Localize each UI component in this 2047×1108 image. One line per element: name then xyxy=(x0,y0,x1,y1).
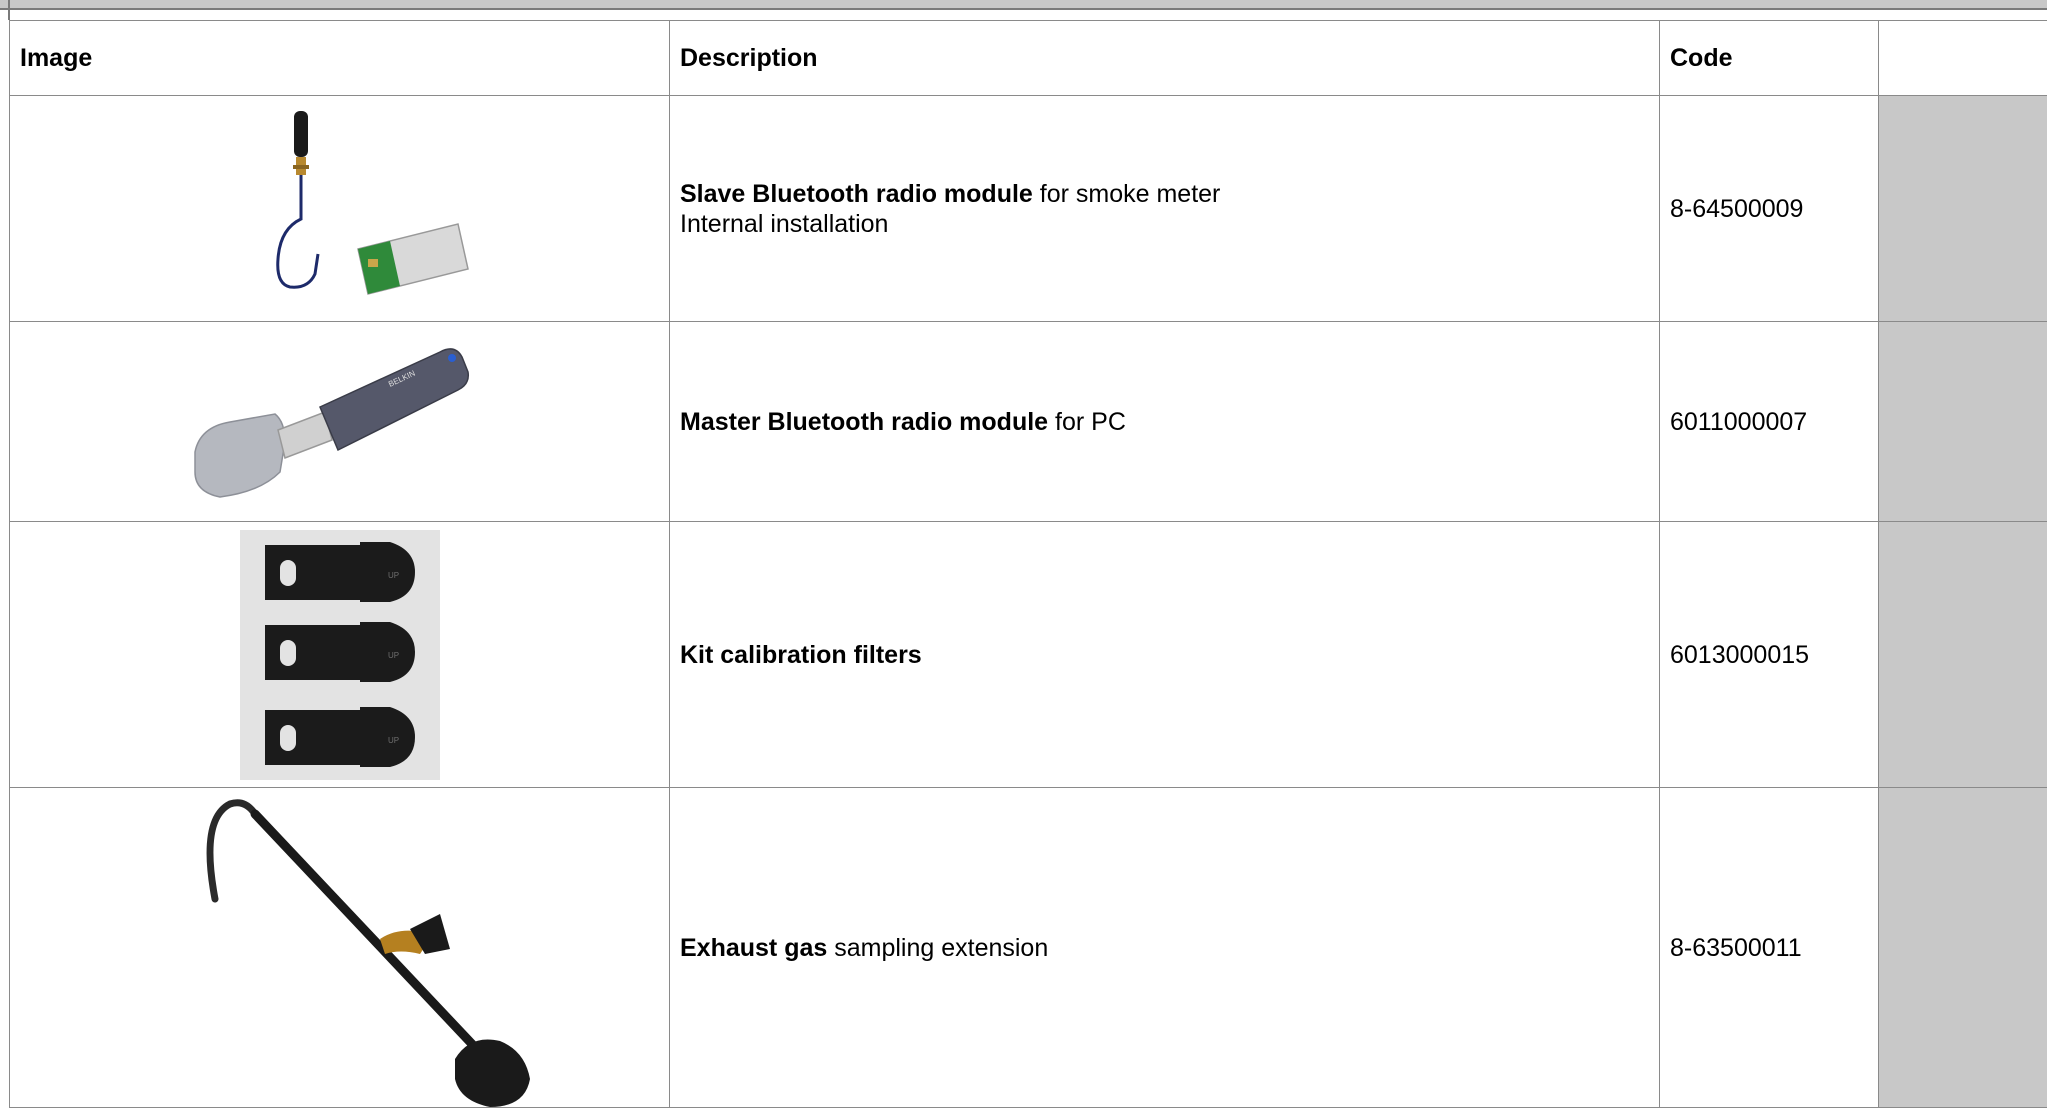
usb-bluetooth-dongle-photo: BELKIN xyxy=(190,332,490,512)
accessories-table: Image Description Code Slave Bluetoo xyxy=(9,20,2047,1108)
code-cell: 8-63500011 xyxy=(1660,788,1879,1108)
description-bold: Slave Bluetooth radio module xyxy=(680,180,1033,208)
table-row: BELKIN Master Bluetooth radio module for… xyxy=(10,322,2047,522)
filter-mark-1: UP xyxy=(388,571,399,580)
header-description: Description xyxy=(670,21,1660,96)
table-row: UP UP UP Kit calibration filters 6013000… xyxy=(10,522,2047,788)
header-code: Code xyxy=(1660,21,1879,96)
description-bold: Exhaust gas xyxy=(680,934,827,962)
description-cell: Exhaust gas sampling extension xyxy=(670,788,1660,1108)
extra-cell xyxy=(1879,788,2047,1108)
header-image: Image xyxy=(10,21,670,96)
top-border xyxy=(0,0,2047,10)
description-text: sampling extension xyxy=(827,934,1048,962)
table-row: Exhaust gas sampling extension 8-6350001… xyxy=(10,788,2047,1108)
description-text: for PC xyxy=(1048,408,1126,436)
description-cell: Master Bluetooth radio module for PC xyxy=(670,322,1660,522)
slave-bluetooth-module-photo xyxy=(190,109,490,309)
description-cell: Kit calibration filters xyxy=(670,522,1660,788)
product-image-cell xyxy=(10,788,670,1108)
exhaust-sampling-probe-photo xyxy=(130,789,550,1107)
extra-cell xyxy=(1879,322,2047,522)
product-image-cell: BELKIN xyxy=(10,322,670,522)
product-image-cell: UP UP UP xyxy=(10,522,670,788)
code-cell: 6013000015 xyxy=(1660,522,1879,788)
product-image-cell xyxy=(10,96,670,322)
header-extra xyxy=(1879,21,2047,96)
description-cell: Slave Bluetooth radio module for smoke m… xyxy=(670,96,1660,322)
extra-cell xyxy=(1879,96,2047,322)
filter-mark-3: UP xyxy=(388,736,399,745)
description-line2: Internal installation xyxy=(680,210,888,238)
left-edge xyxy=(8,0,10,20)
description-bold: Kit calibration filters xyxy=(680,641,922,669)
code-cell: 8-64500009 xyxy=(1660,96,1879,322)
extra-cell xyxy=(1879,522,2047,788)
table-row: Slave Bluetooth radio module for smoke m… xyxy=(10,96,2047,322)
description-text: for smoke meter xyxy=(1033,180,1221,208)
description-bold: Master Bluetooth radio module xyxy=(680,408,1048,436)
calibration-filters-photo: UP UP UP xyxy=(240,530,440,780)
code-cell: 6011000007 xyxy=(1660,322,1879,522)
filter-mark-2: UP xyxy=(388,651,399,660)
table-header-row: Image Description Code xyxy=(10,21,2047,96)
